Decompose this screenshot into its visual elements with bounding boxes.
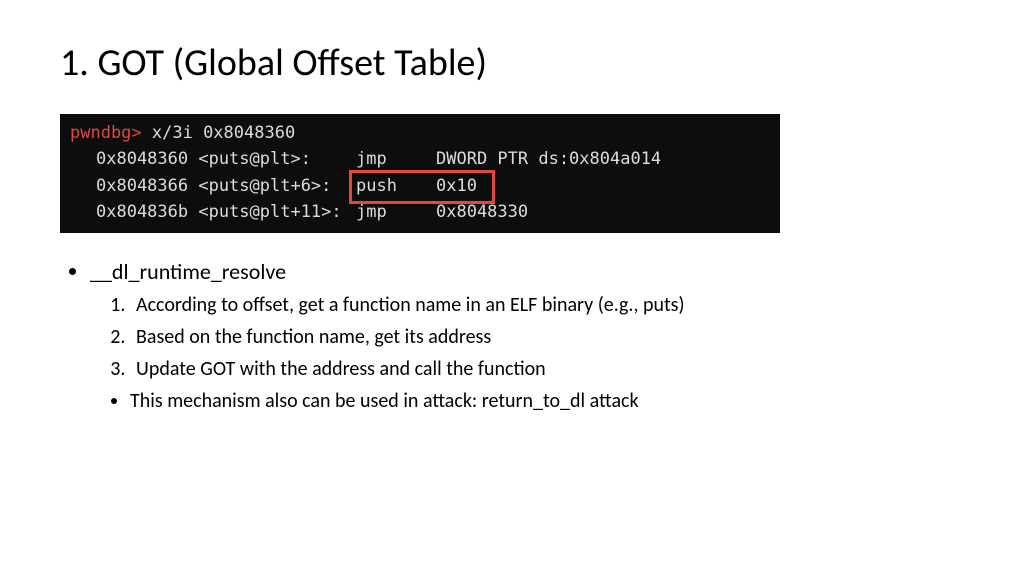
bullet-main-text: __dl_runtime_resolve bbox=[90, 258, 286, 285]
disasm-mnem: jmp bbox=[356, 199, 436, 225]
bullet-list: __dl_runtime_resolve According to offset… bbox=[90, 255, 964, 416]
disasm-addr: 0x804836b <puts@plt+11>: bbox=[70, 199, 356, 225]
disasm-addr: 0x8048360 <puts@plt>: bbox=[70, 146, 356, 172]
disasm-mnem: push bbox=[356, 173, 436, 199]
sub-bullet-list: This mechanism also can be used in attac… bbox=[130, 386, 964, 416]
step-item: According to offset, get a function name… bbox=[130, 290, 964, 320]
terminal-command-line: pwndbg> x/3i 0x8048360 bbox=[70, 120, 770, 146]
slide-title: 1. GOT (Global Offset Table) bbox=[60, 40, 964, 86]
disasm-ops: 0x8048330 bbox=[436, 199, 528, 225]
disasm-line-2: 0x804836b <puts@plt+11>:jmp0x8048330 bbox=[70, 199, 770, 225]
disasm-line-0: 0x8048360 <puts@plt>:jmpDWORD PTR ds:0x8… bbox=[70, 146, 770, 172]
terminal-prompt: pwndbg> bbox=[70, 120, 142, 146]
disasm-ops: 0x10 bbox=[436, 173, 477, 199]
disasm-addr: 0x8048366 <puts@plt+6>: bbox=[70, 173, 356, 199]
terminal-block: pwndbg> x/3i 0x8048360 0x8048360 <puts@p… bbox=[60, 114, 780, 233]
bullet-main: __dl_runtime_resolve According to offset… bbox=[90, 255, 964, 416]
slide-container: 1. GOT (Global Offset Table) pwndbg> x/3… bbox=[0, 0, 1024, 416]
step-item: Based on the function name, get its addr… bbox=[130, 322, 964, 352]
step-item: Update GOT with the address and call the… bbox=[130, 354, 964, 384]
disasm-line-1: 0x8048366 <puts@plt+6>:push0x10 bbox=[70, 173, 770, 199]
disasm-ops: DWORD PTR ds:0x804a014 bbox=[436, 146, 661, 172]
terminal-command: x/3i 0x8048360 bbox=[142, 120, 296, 146]
sub-bullet: This mechanism also can be used in attac… bbox=[130, 386, 964, 416]
numbered-steps: According to offset, get a function name… bbox=[130, 290, 964, 384]
disasm-mnem: jmp bbox=[356, 146, 436, 172]
